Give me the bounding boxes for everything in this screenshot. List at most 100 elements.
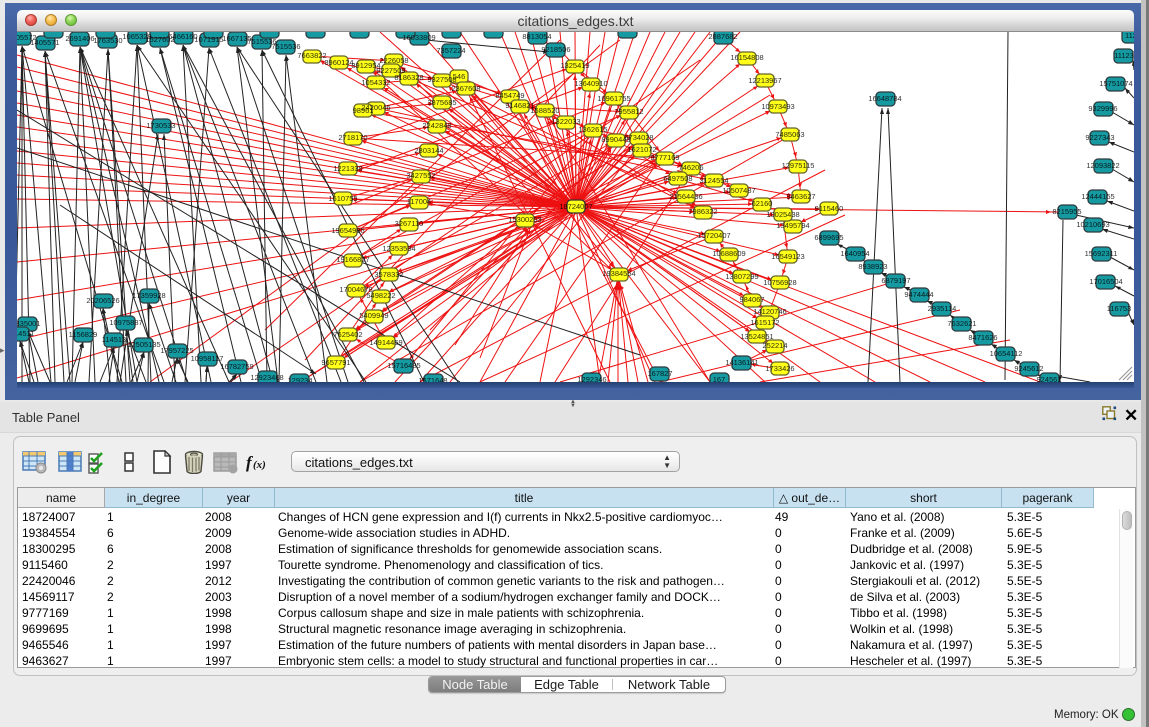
svg-text:10025438: 10025438 [766, 210, 799, 219]
svg-text:14914459: 14914459 [369, 338, 402, 347]
svg-text:16782759: 16782759 [220, 362, 253, 371]
svg-text:167827: 167827 [647, 369, 672, 378]
svg-text:2887682: 2887682 [708, 32, 737, 41]
svg-text:10507487: 10507487 [722, 186, 755, 195]
svg-text:16154808: 16154808 [730, 53, 763, 62]
svg-text:16549123: 16549123 [771, 252, 804, 261]
svg-text:19166827: 19166827 [336, 255, 369, 264]
svg-text:7485063: 7485063 [775, 130, 804, 139]
svg-text:98961: 98961 [353, 106, 374, 115]
svg-text:6466160: 6466160 [168, 32, 197, 41]
svg-text:8938923: 8938923 [858, 262, 887, 271]
svg-text:16648784: 16648784 [868, 94, 901, 103]
svg-text:9227343: 9227343 [1085, 133, 1114, 142]
svg-text:6734028: 6734028 [624, 133, 653, 142]
svg-text:8454749: 8454749 [495, 91, 524, 100]
svg-text:15751074: 15751074 [1099, 79, 1132, 88]
svg-text:3124554: 3124554 [699, 176, 728, 185]
svg-text:835001: 835001 [17, 319, 41, 328]
svg-text:9218506: 9218506 [541, 45, 570, 54]
svg-text:11123: 11123 [1114, 51, 1134, 60]
svg-text:10973493: 10973493 [761, 102, 794, 111]
svg-text:13495794: 13495794 [776, 221, 809, 230]
svg-text:1221338: 1221338 [333, 164, 362, 173]
svg-text:12093822: 12093822 [1086, 161, 1119, 170]
svg-text:5409949: 5409949 [359, 311, 388, 320]
svg-text:117004: 117004 [407, 197, 431, 206]
svg-text:8215955: 8215955 [1052, 207, 1081, 216]
svg-text:1292346: 1292346 [577, 375, 606, 382]
svg-text:2242848: 2242848 [422, 121, 451, 130]
svg-text:9329996: 9329996 [1088, 104, 1117, 113]
svg-text:984067: 984067 [739, 295, 764, 304]
svg-text:9474444: 9474444 [904, 290, 933, 299]
svg-text:8186328: 8186328 [394, 73, 423, 82]
svg-text:9657791: 9657791 [321, 358, 350, 367]
svg-text:15720407: 15720407 [697, 231, 730, 240]
svg-text:9115460: 9115460 [815, 204, 844, 213]
svg-text:19654985: 19654985 [331, 226, 364, 235]
svg-text:1763530: 1763530 [93, 36, 122, 45]
svg-text:3578332: 3578332 [374, 270, 403, 279]
svg-text:1325419: 1325419 [560, 61, 589, 70]
svg-text:7663822: 7663822 [297, 51, 326, 60]
svg-text:15300253: 15300253 [508, 215, 541, 224]
svg-text:18724007: 18724007 [559, 202, 592, 211]
svg-text:2718170: 2718170 [338, 133, 367, 142]
svg-text:20206526: 20206526 [86, 296, 119, 305]
svg-text:15692311: 15692311 [1085, 249, 1118, 258]
svg-text:1733426: 1733426 [765, 364, 794, 373]
svg-text:10654112: 10654112 [990, 349, 1023, 358]
svg-text:546: 546 [453, 72, 466, 81]
svg-text:1730533: 1730533 [146, 121, 175, 130]
svg-text:7955812: 7955812 [614, 107, 643, 116]
svg-text:21564436: 21564436 [669, 192, 702, 201]
svg-text:10210693: 10210693 [1076, 220, 1109, 229]
svg-text:10975887: 10975887 [109, 318, 142, 327]
svg-text:252214: 252214 [762, 341, 787, 350]
svg-text:10756928: 10756928 [763, 278, 796, 287]
svg-text:8471626: 8471626 [968, 333, 997, 342]
svg-text:14136141: 14136141 [725, 358, 758, 367]
svg-text:12975115: 12975115 [782, 161, 815, 170]
svg-text:2226058: 2226058 [379, 56, 408, 65]
svg-text:2935114: 2935114 [928, 304, 957, 313]
svg-text:17016504: 17016504 [1089, 277, 1122, 286]
svg-text:3427552: 3427552 [406, 171, 435, 180]
svg-text:12444155: 12444155 [1081, 192, 1114, 201]
svg-text:7632621: 7632621 [947, 319, 976, 328]
svg-text:17359928: 17359928 [132, 291, 165, 300]
svg-text:62160: 62160 [752, 199, 773, 208]
svg-text:8960124: 8960124 [324, 58, 353, 67]
svg-text:8813054: 8813054 [522, 32, 551, 41]
svg-text:16961755: 16961755 [597, 94, 630, 103]
svg-text:3875685: 3875685 [427, 98, 456, 107]
svg-text:7986322: 7986322 [688, 207, 717, 216]
svg-text:6497508: 6497508 [663, 174, 692, 183]
svg-text:9777169: 9777169 [650, 153, 679, 162]
svg-text:13807299: 13807299 [725, 272, 758, 281]
svg-text:1405571: 1405571 [30, 38, 59, 47]
svg-text:16033809: 16033809 [402, 33, 435, 42]
svg-text:1588520: 1588520 [530, 106, 559, 115]
svg-text:129234: 129234 [287, 376, 312, 382]
svg-text:1640954: 1640954 [840, 249, 869, 258]
svg-text:1322033: 1322033 [551, 117, 580, 126]
svg-text:17957225: 17957225 [160, 346, 193, 355]
svg-text:12213967: 12213967 [748, 76, 781, 85]
svg-text:7357224: 7357224 [436, 46, 465, 55]
svg-text:167: 167 [713, 375, 726, 382]
svg-text:112: 112 [1125, 32, 1134, 40]
svg-text:2367608: 2367608 [451, 84, 480, 93]
svg-text:10688609: 10688609 [712, 249, 745, 258]
svg-text:19384554: 19384554 [602, 269, 635, 278]
svg-text:14120746: 14120746 [753, 307, 786, 316]
svg-text:924561: 924561 [1036, 375, 1061, 382]
svg-text:2691406: 2691406 [65, 34, 94, 43]
svg-text:12505135: 12505135 [127, 340, 160, 349]
svg-text:5498222: 5498222 [366, 291, 395, 300]
svg-text:746206: 746206 [678, 163, 703, 172]
svg-text:6899695: 6899695 [814, 233, 843, 242]
svg-text:15716485: 15716485 [387, 361, 420, 370]
svg-text:114513: 114513 [102, 335, 126, 344]
